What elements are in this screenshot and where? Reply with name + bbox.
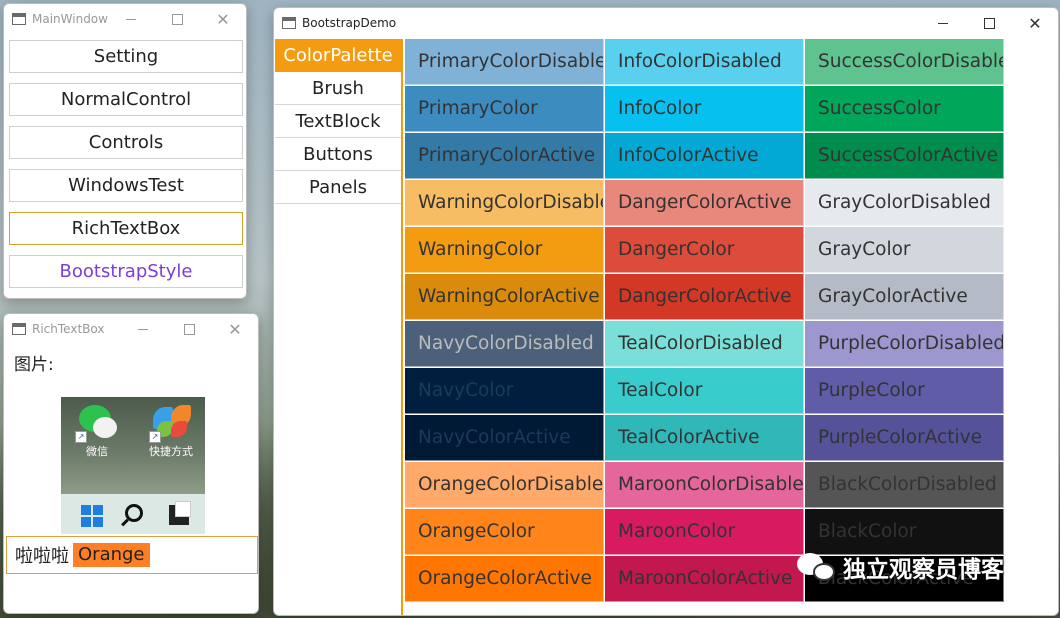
color-swatch: SuccessColorDisabled (805, 39, 1004, 85)
color-swatch: OrangeColorActive (405, 556, 604, 602)
taskbar-image (61, 494, 205, 534)
color-swatch: InfoColorDisabled (605, 39, 804, 85)
setting-button[interactable]: Setting (9, 40, 243, 73)
rtb-window-titlebar[interactable]: RichTextBox ✕ (4, 314, 258, 344)
close-icon[interactable]: ✕ (1012, 8, 1058, 38)
maximize-icon[interactable] (966, 8, 1012, 38)
wechat-label: 微信 (86, 445, 108, 458)
color-swatch: PurpleColorActive (805, 415, 1004, 461)
color-swatch: TealColorDisabled (605, 321, 804, 367)
rich-text-box-button[interactable]: RichTextBox (9, 212, 243, 245)
close-icon[interactable]: ✕ (200, 4, 246, 34)
minimize-icon[interactable] (920, 8, 966, 38)
color-swatch: PurpleColor (805, 368, 1004, 414)
color-swatch: OrangeColor (405, 509, 604, 555)
minimize-icon[interactable] (108, 4, 154, 34)
color-swatch: GrayColorDisabled (805, 180, 1004, 226)
color-swatch: SuccessColorActive (805, 133, 1004, 179)
color-swatch: DangerColor (605, 227, 804, 273)
watermark: 独立观察员博客 (797, 550, 1004, 584)
tab-text-block[interactable]: TextBlock (275, 105, 401, 138)
normal-control-button[interactable]: NormalControl (9, 83, 243, 116)
main-window: MainWindow ✕ Setting NormalControl Contr… (3, 3, 247, 299)
color-swatch: GrayColor (805, 227, 1004, 273)
shortcut-label: 快捷方式 (149, 445, 193, 458)
windows-start-icon (81, 505, 103, 527)
color-swatch: NavyColor (405, 368, 604, 414)
tab-panels[interactable]: Panels (275, 171, 401, 204)
color-swatch: NavyColorActive (405, 415, 604, 461)
color-swatch: InfoColorActive (605, 133, 804, 179)
window-app-icon (282, 17, 296, 29)
color-swatch: MaroonColorActive (605, 556, 804, 602)
color-swatch: OrangeColorDisabled (405, 462, 604, 508)
color-swatch: TealColor (605, 368, 804, 414)
butterfly-app-icon: ↗ (149, 403, 193, 443)
tab-brush[interactable]: Brush (275, 72, 401, 105)
rtb-line-text: 啦啦啦 (15, 546, 69, 567)
color-swatch: NavyColorDisabled (405, 321, 604, 367)
color-swatch: WarningColor (405, 227, 604, 273)
embedded-image: ↗ 微信 ↗ 快捷方式 (61, 397, 205, 534)
maximize-icon[interactable] (166, 314, 212, 344)
rtb-window-title: RichTextBox (32, 322, 105, 336)
color-swatch: MaroonColor (605, 509, 804, 555)
task-view-icon (169, 501, 191, 525)
color-swatch: PrimaryColorDisabled (405, 39, 604, 85)
tab-strip: ColorPalette Brush TextBlock Buttons Pan… (275, 39, 403, 615)
color-swatch: BlackColor (805, 509, 1004, 555)
color-swatch: PurpleColorDisabled (805, 321, 1004, 367)
windows-test-button[interactable]: WindowsTest (9, 169, 243, 202)
watermark-text: 独立观察员博客 (843, 557, 1004, 583)
color-swatch: WarningColorDisabled (405, 180, 604, 226)
controls-button[interactable]: Controls (9, 126, 243, 159)
minimize-icon[interactable] (120, 314, 166, 344)
main-window-title: MainWindow (32, 12, 108, 26)
rich-text-line[interactable]: 啦啦啦 Orange (6, 536, 258, 574)
color-swatch: PrimaryColorActive (405, 133, 604, 179)
close-icon[interactable]: ✕ (212, 314, 258, 344)
wechat-tile: ↗ 微信 (67, 399, 127, 459)
main-window-titlebar[interactable]: MainWindow ✕ (4, 4, 246, 34)
color-swatch: GrayColorActive (805, 274, 1004, 320)
tab-color-palette[interactable]: ColorPalette (275, 39, 401, 72)
color-swatch: MaroonColorDisabled (605, 462, 804, 508)
color-swatch: DangerColorActive (605, 274, 804, 320)
color-swatch: SuccessColor (805, 86, 1004, 132)
bootstrap-demo-window: BootstrapDemo ✕ ColorPalette Brush TextB… (273, 7, 1059, 616)
wechat-watermark-icon (797, 551, 837, 583)
color-swatch: TealColorActive (605, 415, 804, 461)
orange-chip: Orange (73, 543, 150, 567)
window-app-icon (12, 323, 26, 335)
tab-buttons[interactable]: Buttons (275, 138, 401, 171)
image-label: 图片: (14, 355, 54, 375)
window-app-icon (12, 13, 26, 25)
color-swatch: InfoColor (605, 86, 804, 132)
shortcut-tile: ↗ 快捷方式 (141, 399, 201, 459)
color-swatch: WarningColorActive (405, 274, 604, 320)
wechat-icon: ↗ (75, 403, 119, 443)
color-swatch: PrimaryColor (405, 86, 604, 132)
color-swatch: BlackColorDisabled (805, 462, 1004, 508)
rich-text-box-window: RichTextBox ✕ 图片: ↗ 微信 ↗ 快捷方式 啦啦啦 Orange (3, 313, 259, 614)
color-swatch: DangerColorActive (605, 180, 804, 226)
bootstrap-style-button[interactable]: BootstrapStyle (9, 255, 243, 288)
bs-window-titlebar[interactable]: BootstrapDemo ✕ (274, 8, 1058, 38)
search-icon (125, 504, 143, 522)
maximize-icon[interactable] (154, 4, 200, 34)
bs-window-title: BootstrapDemo (302, 16, 397, 30)
